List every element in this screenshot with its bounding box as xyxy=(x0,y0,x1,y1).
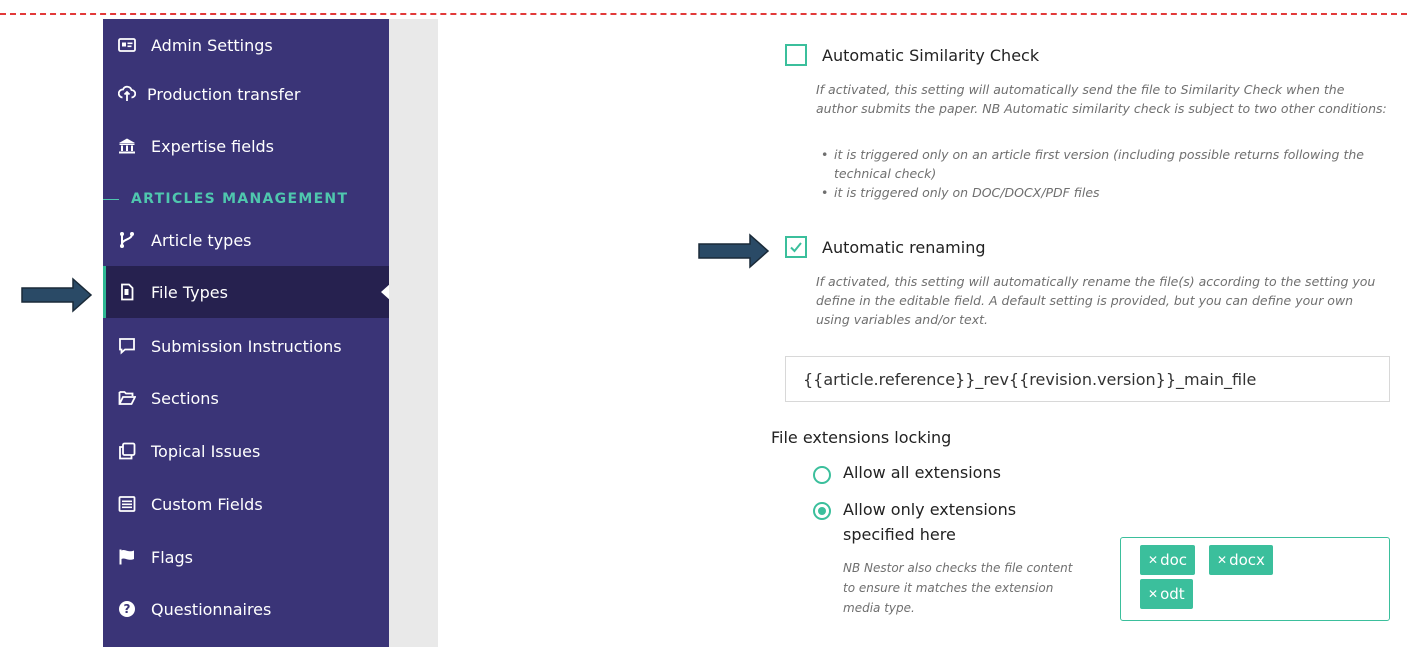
remove-tag-icon[interactable]: ✕ xyxy=(1148,587,1158,601)
sidebar-item-expertise-fields[interactable]: Expertise fields xyxy=(103,120,389,172)
question-circle-icon: ? xyxy=(117,599,137,619)
cloud-transfer-icon xyxy=(117,84,137,104)
sidebar-item-label: Sections xyxy=(151,388,219,408)
allow-all-extensions-radio[interactable] xyxy=(813,466,831,484)
sidebar-item-label: Topical Issues xyxy=(151,441,261,461)
file-icon xyxy=(117,282,137,302)
list-item: it is triggered only on an article first… xyxy=(816,145,1388,183)
similarity-check-help: If activated, this setting will automati… xyxy=(816,82,1387,116)
automatic-renaming-title: Automatic renaming xyxy=(822,238,986,257)
section-line xyxy=(103,198,119,200)
sidebar-item-label: Expertise fields xyxy=(151,136,274,156)
renaming-pattern-input[interactable] xyxy=(785,356,1390,402)
extension-tag-odt[interactable]: ✕ odt xyxy=(1140,579,1193,609)
extension-check-note: NB Nestor also checks the file content t… xyxy=(843,561,1073,615)
sidebar-gutter xyxy=(389,19,438,647)
allow-only-extensions-label: Allow only extensions specified here xyxy=(843,500,1017,544)
copy-icon xyxy=(117,441,137,461)
svg-text:?: ? xyxy=(124,602,131,616)
sidebar-item-label: Flags xyxy=(151,547,193,567)
allow-only-extensions-radio[interactable] xyxy=(813,502,831,520)
sidebar-section-header: ARTICLES MANAGEMENT xyxy=(103,185,389,213)
similarity-check-title: Automatic Similarity Check xyxy=(822,46,1040,65)
folder-open-icon xyxy=(117,388,137,408)
institution-icon xyxy=(117,136,137,156)
sidebar-item-label: Production transfer xyxy=(147,84,301,104)
allow-all-extensions-label: Allow all extensions xyxy=(843,463,1001,482)
branch-icon xyxy=(117,230,137,250)
extension-tag-doc[interactable]: ✕ doc xyxy=(1140,545,1196,575)
sidebar-item-label: File Types xyxy=(151,282,228,302)
pointer-arrow-icon xyxy=(698,233,770,269)
sidebar-item-file-types[interactable]: File Types xyxy=(103,266,391,318)
sidebar-item-flags[interactable]: Flags xyxy=(103,531,389,583)
sidebar-item-custom-fields[interactable]: Custom Fields xyxy=(103,478,389,530)
sidebar-item-production-transfer[interactable]: Production transfer xyxy=(103,68,389,120)
automatic-renaming-checkbox[interactable] xyxy=(785,236,807,258)
sidebar-item-label: Article types xyxy=(151,230,252,250)
list-item: it is triggered only on DOC/DOCX/PDF fil… xyxy=(816,183,1388,202)
extension-tag-docx[interactable]: ✕ docx xyxy=(1209,545,1273,575)
sidebar-item-label: Questionnaires xyxy=(151,599,272,619)
id-card-icon xyxy=(117,35,137,55)
sidebar-item-admin-settings[interactable]: Admin Settings xyxy=(103,19,389,71)
similarity-check-checkbox[interactable] xyxy=(785,44,807,66)
sidebar-item-label: Custom Fields xyxy=(151,494,263,514)
sidebar-item-sections[interactable]: Sections xyxy=(103,372,389,424)
sidebar-item-questionnaires[interactable]: ? Questionnaires xyxy=(103,583,389,635)
check-icon xyxy=(790,242,802,253)
file-extensions-heading: File extensions locking xyxy=(771,428,952,447)
sidebar-item-submission-instructions[interactable]: Submission Instructions xyxy=(103,320,389,372)
section-label: ARTICLES MANAGEMENT xyxy=(131,191,349,207)
comment-icon xyxy=(117,336,137,356)
remove-tag-icon[interactable]: ✕ xyxy=(1148,553,1158,567)
pointer-arrow-icon xyxy=(21,277,93,313)
extension-tags-input[interactable]: ✕ doc ✕ docx ✕ odt xyxy=(1120,537,1390,621)
sidebar-item-label: Admin Settings xyxy=(151,35,273,55)
automatic-renaming-help: If activated, this setting will automati… xyxy=(816,274,1376,327)
similarity-conditions-list: it is triggered only on an article first… xyxy=(816,145,1388,202)
sidebar-item-label: Submission Instructions xyxy=(151,336,342,356)
remove-tag-icon[interactable]: ✕ xyxy=(1217,553,1227,567)
list-icon xyxy=(117,494,137,514)
sidebar: Admin Settings Production transfer Exper… xyxy=(103,19,391,647)
flag-icon xyxy=(117,547,137,567)
top-dashed-border xyxy=(0,13,1407,15)
sidebar-item-topical-issues[interactable]: Topical Issues xyxy=(103,425,389,477)
sidebar-item-article-types[interactable]: Article types xyxy=(103,214,389,266)
